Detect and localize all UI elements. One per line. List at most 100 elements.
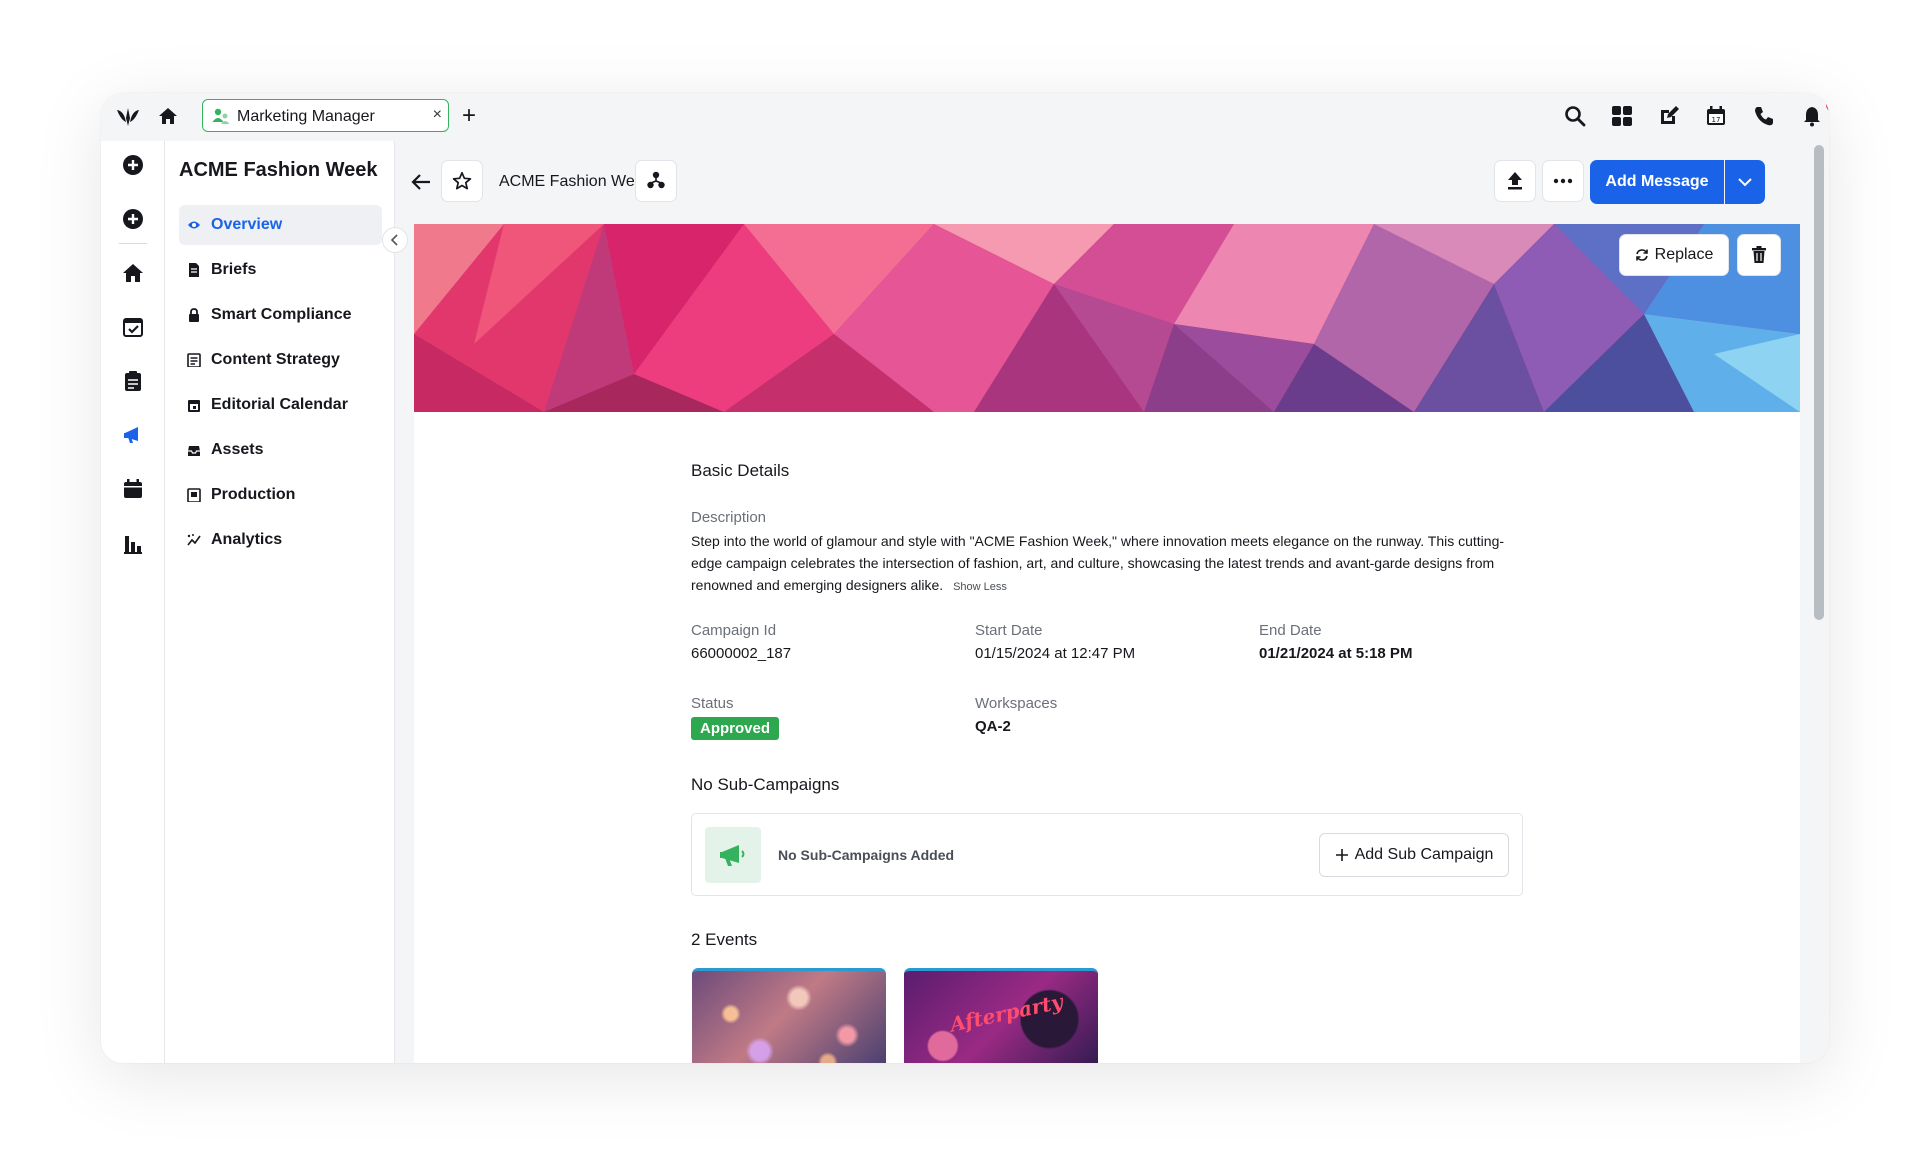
main-content: ACME Fashion Week Add Message Replace Ba… xyxy=(395,141,1829,1063)
add-sub-campaign-label: Add Sub Campaign xyxy=(1354,846,1494,863)
megaphone-icon[interactable] xyxy=(121,423,145,447)
compose-icon[interactable] xyxy=(1657,104,1681,128)
sub-campaigns-empty-state: No Sub-Campaigns Added Add Sub Campaign xyxy=(691,813,1523,896)
chevron-left-icon xyxy=(390,234,398,246)
description-label: Description xyxy=(691,509,767,526)
rail-divider xyxy=(119,243,147,244)
page-title: ACME Fashion Week xyxy=(499,173,652,190)
production-icon xyxy=(187,488,201,503)
lock-icon xyxy=(187,308,201,322)
nav-item-overview[interactable]: Overview xyxy=(179,205,382,245)
home-icon[interactable] xyxy=(157,105,179,127)
nav-item-label: Analytics xyxy=(211,531,283,548)
add-message-dropdown[interactable] xyxy=(1725,160,1765,204)
app-window: Marketing Manager × + 17 11 xyxy=(101,93,1829,1063)
notification-badge: 11 xyxy=(1826,96,1829,113)
analytics-icon xyxy=(187,533,201,547)
add-circle-icon[interactable] xyxy=(121,207,145,231)
svg-text:17: 17 xyxy=(1712,116,1721,124)
tab-marketing-manager[interactable]: Marketing Manager × xyxy=(202,99,449,132)
show-less-link[interactable]: Show Less xyxy=(953,581,1007,593)
nav-item-label: Overview xyxy=(211,216,283,233)
nav-item-label: Smart Compliance xyxy=(211,306,352,323)
nav-item-content-strategy[interactable]: Content Strategy xyxy=(179,340,382,380)
trash-icon xyxy=(1752,246,1766,263)
hierarchy-button[interactable] xyxy=(635,160,677,202)
campaign-overview: Replace Basic Details Description Step i… xyxy=(414,224,1800,1063)
event-card[interactable] xyxy=(692,968,886,1063)
replace-banner-button[interactable]: Replace xyxy=(1619,234,1729,276)
calendar-icon xyxy=(187,398,201,412)
empty-text: No Sub-Campaigns Added xyxy=(778,847,955,863)
app-logo-icon[interactable] xyxy=(115,104,141,130)
nav-item-label: Content Strategy xyxy=(211,351,340,368)
event-image-text: Afterparty xyxy=(947,989,1065,1037)
description-text: Step into the world of glamour and style… xyxy=(691,530,1521,598)
campaign-nav: ACME Fashion Week Overview Briefs Smart … xyxy=(165,141,395,1063)
nav-item-assets[interactable]: Assets xyxy=(179,430,382,470)
nav-item-briefs[interactable]: Briefs xyxy=(179,250,382,290)
end-date-label: End Date xyxy=(1259,622,1322,639)
nav-item-production[interactable]: Production xyxy=(179,475,382,515)
clipboard-icon[interactable] xyxy=(121,369,145,393)
bell-icon[interactable] xyxy=(1800,104,1824,128)
nav-item-label: Assets xyxy=(211,441,264,458)
nav-item-smart-compliance[interactable]: Smart Compliance xyxy=(179,295,382,335)
campaign-id-value: 66000002_187 xyxy=(691,645,792,662)
status-label: Status xyxy=(691,695,734,712)
add-circle-icon[interactable] xyxy=(121,153,145,177)
workspaces-label: Workspaces xyxy=(975,695,1058,712)
start-date-value: 01/15/2024 at 12:47 PM xyxy=(975,645,1136,662)
megaphone-icon xyxy=(705,827,761,883)
events-title: 2 Events xyxy=(691,930,758,949)
favorite-button[interactable] xyxy=(441,160,483,202)
tab-title: Marketing Manager xyxy=(237,108,375,125)
user-group-icon xyxy=(212,107,230,130)
delete-banner-button[interactable] xyxy=(1737,234,1781,276)
tray-icon xyxy=(187,443,201,457)
calendar-icon[interactable] xyxy=(121,477,145,501)
more-options-button[interactable] xyxy=(1542,160,1584,202)
banner-image xyxy=(414,224,1800,412)
search-icon[interactable] xyxy=(1563,104,1587,128)
bar-chart-icon[interactable] xyxy=(121,531,145,555)
description-body: Step into the world of glamour and style… xyxy=(691,533,1505,593)
nav-item-editorial-calendar[interactable]: Editorial Calendar xyxy=(179,385,382,425)
top-bar: Marketing Manager × + 17 11 xyxy=(101,93,1829,141)
status-badge: Approved xyxy=(691,717,780,740)
star-icon xyxy=(452,171,472,190)
more-icon xyxy=(1553,178,1573,184)
new-tab-icon[interactable]: + xyxy=(458,104,480,128)
scrollbar[interactable] xyxy=(1814,145,1824,620)
calendar-check-icon[interactable] xyxy=(121,315,145,339)
hierarchy-icon xyxy=(647,171,665,189)
back-arrow-icon[interactable] xyxy=(409,171,433,193)
document-icon xyxy=(187,263,201,277)
sub-campaigns-title: No Sub-Campaigns xyxy=(691,775,840,794)
chevron-down-icon xyxy=(1738,177,1752,186)
replace-label: Replace xyxy=(1654,246,1714,263)
add-sub-campaign-button[interactable]: Add Sub Campaign xyxy=(1319,833,1509,877)
start-date-label: Start Date xyxy=(975,622,1043,639)
nav-item-label: Editorial Calendar xyxy=(211,396,348,413)
list-doc-icon xyxy=(187,353,201,368)
campaign-id-label: Campaign Id xyxy=(691,622,777,639)
add-message-button[interactable]: Add Message xyxy=(1590,160,1724,204)
end-date-value: 01/21/2024 at 5:18 PM xyxy=(1259,645,1413,662)
nav-item-analytics[interactable]: Analytics xyxy=(179,520,382,560)
basic-details-title: Basic Details xyxy=(691,461,790,480)
apps-grid-icon[interactable] xyxy=(1610,104,1634,128)
upload-button[interactable] xyxy=(1494,160,1536,202)
nav-item-label: Production xyxy=(211,486,296,503)
tab-close-icon[interactable]: × xyxy=(433,105,442,125)
home-icon[interactable] xyxy=(121,261,145,285)
collapse-sidebar-button[interactable] xyxy=(382,227,408,253)
icon-rail xyxy=(101,141,165,1063)
eye-icon xyxy=(187,218,201,232)
calendar-icon[interactable]: 17 xyxy=(1704,104,1728,128)
phone-icon[interactable] xyxy=(1752,104,1776,128)
nav-title: ACME Fashion Week xyxy=(179,159,378,181)
workspaces-value: QA-2 xyxy=(975,718,1011,735)
event-card[interactable]: Afterparty xyxy=(904,968,1098,1063)
plus-icon xyxy=(1335,849,1348,861)
